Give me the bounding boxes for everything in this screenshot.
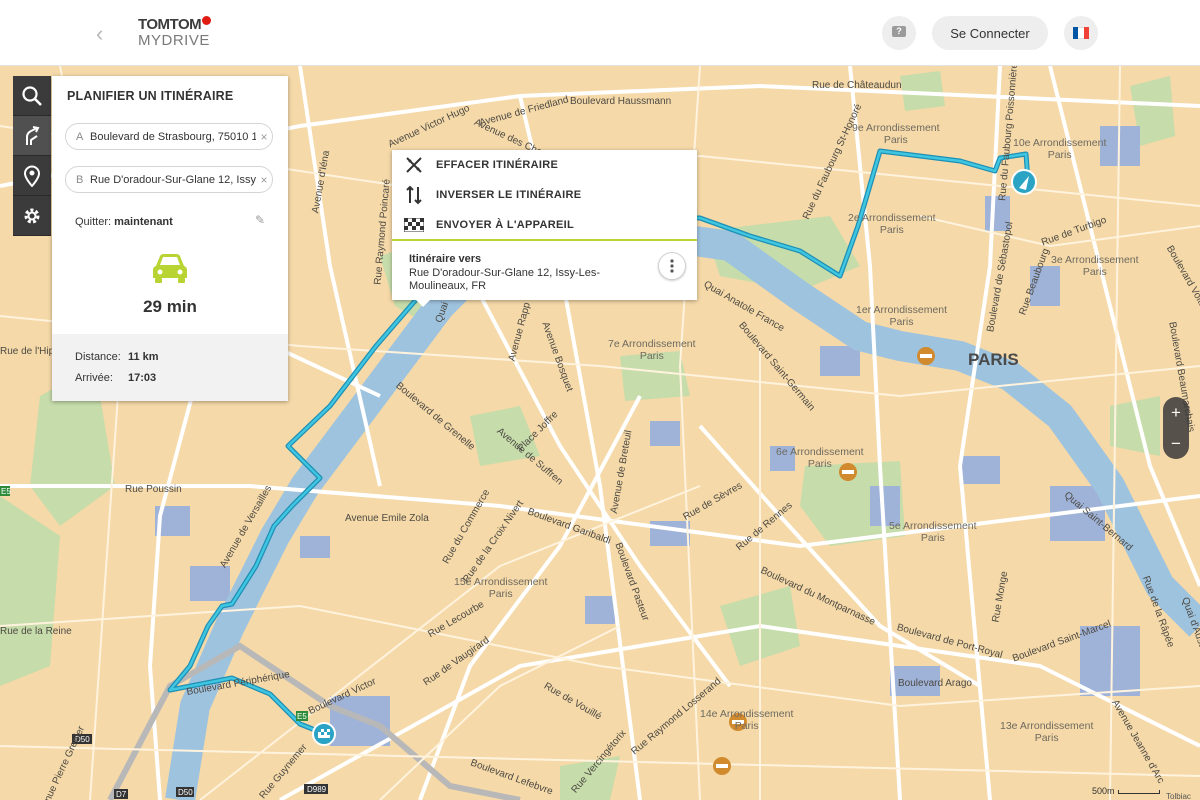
street-label: Boulevard Haussmann <box>570 96 672 107</box>
route-planner-panel: PLANIFIER UN ITINÉRAIRE A Boulevard de S… <box>52 76 288 401</box>
arrival-row: Arrivée: 17:03 <box>75 372 156 384</box>
clear-start-icon[interactable]: × <box>256 130 272 144</box>
arrival-label: Arrivée: <box>75 372 113 384</box>
district-label: 6e Arrondissement Paris <box>776 446 864 470</box>
chevron-left-icon[interactable]: ‹ <box>96 22 112 46</box>
zoom-control: + − <box>1163 397 1189 459</box>
flag-france-icon <box>1073 27 1089 39</box>
clear-destination-icon[interactable]: × <box>256 173 272 187</box>
search-button[interactable] <box>13 76 51 116</box>
stop-letter: A <box>76 130 84 143</box>
district-label: 14e Arrondissement Paris <box>700 708 794 732</box>
distance-value: 11 km <box>128 351 159 363</box>
scale-label: 500m <box>1092 786 1115 796</box>
side-toolbar <box>13 76 51 236</box>
district-label: 2e Arrondissement Paris <box>848 212 936 236</box>
tomtom-mydrive-logo[interactable]: TOMTOM MYDRIVE <box>138 16 212 49</box>
settings-button[interactable] <box>13 196 51 236</box>
start-location-field[interactable]: A Boulevard de Strasbourg, 75010 1( × <box>65 123 273 150</box>
stop-letter: B <box>76 173 84 186</box>
gear-icon <box>24 208 40 223</box>
route-planner-icon <box>26 125 40 145</box>
connect-button[interactable]: Se Connecter <box>932 16 1048 50</box>
route-summary: Distance: 11 km Arrivée: 17:03 <box>52 334 288 401</box>
distance-label: Distance: <box>75 351 121 363</box>
street-label: Avenue Emile Zola <box>345 513 429 524</box>
destination-field[interactable]: B Rue D'oradour-Sur-Glane 12, Issy- × <box>65 166 273 193</box>
distance-row: Distance: 11 km <box>75 351 159 363</box>
route-start-marker <box>1011 169 1037 195</box>
road-label-d50: D50 <box>178 788 193 797</box>
route-duration: 29 min <box>143 297 197 316</box>
zoom-in-button[interactable]: + <box>1163 397 1189 428</box>
logo-dot <box>202 16 212 25</box>
start-location-value[interactable]: Boulevard de Strasbourg, 75010 1( <box>90 131 256 143</box>
departure-time[interactable]: Quitter: maintenant <box>75 216 173 228</box>
menu-item-label: INVERSER LE ITINÉRAIRE <box>436 189 582 201</box>
destination-value[interactable]: Rue D'oradour-Sur-Glane 12, Issy- <box>90 174 256 186</box>
destination-title: Itinéraire vers <box>409 253 482 265</box>
district-label: 13e Arrondissement Paris <box>1000 720 1094 744</box>
departure-label: Quitter: <box>75 216 112 228</box>
destination-address: Rue D'oradour-Sur-Glane 12, Issy-Les-Mou… <box>409 267 601 292</box>
arrival-value: 17:03 <box>128 372 157 384</box>
menu-item-label: ENVOYER À L'APPAREIL <box>436 219 574 231</box>
district-label: 9e Arrondissement Paris <box>852 122 940 146</box>
send-to-device-menu-item[interactable]: ENVOYER À L'APPAREIL <box>392 210 697 240</box>
more-vertical-icon <box>670 259 674 273</box>
road-label-d989: D989 <box>307 785 327 794</box>
car-icon <box>153 254 187 283</box>
reverse-route-menu-item[interactable]: INVERSER LE ITINÉRAIRE <box>392 180 697 210</box>
district-label: 10e Arrondissement Paris <box>1013 137 1107 161</box>
pencil-icon[interactable]: ✎ <box>255 213 265 227</box>
scale-bar <box>1118 790 1160 794</box>
route-planner-button[interactable] <box>13 116 51 156</box>
language-button[interactable] <box>1064 16 1098 50</box>
places-button[interactable] <box>13 156 51 196</box>
street-label: Rue de la Reine <box>0 626 72 637</box>
menu-item-label: EFFACER ITINÉRAIRE <box>436 159 559 171</box>
planner-title: PLANIFIER UN ITINÉRAIRE <box>67 89 234 103</box>
location-pin-icon <box>23 165 41 187</box>
departure-value: maintenant <box>114 216 173 228</box>
road-label-e5: E5 <box>297 712 307 721</box>
district-label: 3e Arrondissement Paris <box>1051 254 1139 278</box>
city-label: PARIS <box>968 350 1019 369</box>
clear-route-icon <box>406 157 422 173</box>
district-label: 7e Arrondissement Paris <box>608 338 696 362</box>
route-context-menu: EFFACER ITINÉRAIRE INVERSER LE ITINÉRAIR… <box>392 150 697 307</box>
logo-line-1: TOMTOM <box>138 16 202 33</box>
app-header: ‹ TOMTOM MYDRIVE ? Se Connecter <box>0 0 1200 66</box>
district-label: 5e Arrondissement Paris <box>889 520 977 544</box>
logo-line-2: MYDRIVE <box>138 32 210 49</box>
road-label-d7: D7 <box>116 790 127 799</box>
help-button[interactable]: ? <box>882 16 916 50</box>
checkered-flag-icon <box>404 218 424 232</box>
swap-vertical-icon <box>406 185 422 205</box>
street-label: Rue Poussin <box>125 484 182 495</box>
menu-pointer <box>416 300 430 307</box>
menu-divider <box>392 239 697 241</box>
map-attribution: Tolbiac <box>1166 792 1191 800</box>
street-label: Boulevard Arago <box>898 678 972 689</box>
more-options-button[interactable] <box>658 252 686 280</box>
district-label: 1er Arrondissement Paris <box>856 304 948 328</box>
street-label: Rue de Châteaudun <box>812 80 902 91</box>
road-label-e5: E5 <box>1 487 11 496</box>
clear-route-menu-item[interactable]: EFFACER ITINÉRAIRE <box>392 150 697 180</box>
chat-bubble-question-icon: ? <box>892 26 906 37</box>
route-finish-marker <box>312 722 336 746</box>
search-icon <box>22 85 42 106</box>
zoom-out-button[interactable]: − <box>1163 428 1189 459</box>
